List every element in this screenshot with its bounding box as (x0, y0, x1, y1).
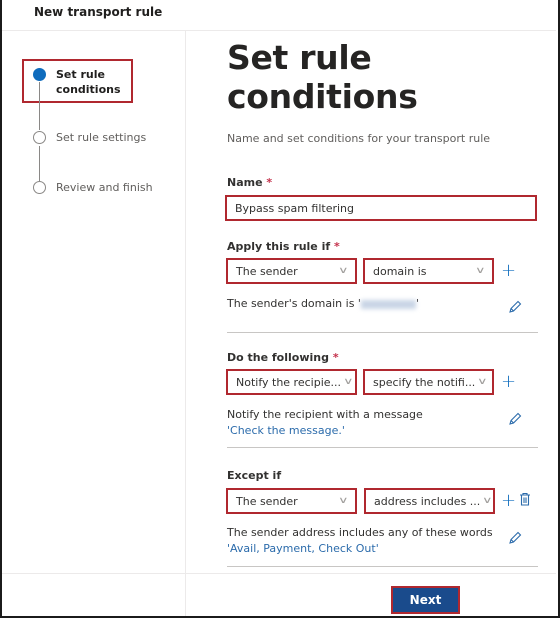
edit-pencil-icon[interactable] (507, 530, 523, 546)
step-label: conditions (56, 83, 121, 96)
chevron-down-icon: ∨ (338, 496, 349, 506)
edit-pencil-icon[interactable] (507, 299, 523, 315)
name-input[interactable] (225, 195, 537, 221)
step-label: Review and finish (56, 181, 153, 194)
page-description: Name and set conditions for your transpo… (227, 132, 491, 145)
action-value-link[interactable]: 'Check the message.' (227, 424, 345, 437)
next-button[interactable]: Next (391, 586, 460, 614)
add-exception-icon[interactable]: + (501, 492, 516, 510)
step-review-and-finish[interactable]: Review and finish (33, 180, 153, 195)
apply-if-operator-select[interactable]: domain is ∨ (363, 258, 494, 284)
chevron-down-icon: ∨ (477, 377, 488, 387)
apply-if-label: Apply this rule if * (227, 240, 340, 253)
chevron-down-icon: ∨ (482, 496, 493, 506)
do-following-label: Do the following * (227, 351, 339, 364)
action-select[interactable]: Notify the recipie... ∨ (226, 369, 357, 395)
step-label: Set rule (56, 68, 105, 81)
footer-divider (2, 573, 556, 574)
step-pending-icon (33, 131, 46, 144)
page-title: Set rule conditions (227, 38, 418, 116)
apply-if-summary: The sender's domain is ' ' (227, 297, 419, 310)
except-if-label: Except if (227, 469, 282, 482)
chevron-down-icon: ∨ (338, 266, 349, 276)
step-set-rule-conditions[interactable]: Set rule conditions (33, 67, 121, 97)
action-summary: Notify the recipient with a message 'Che… (227, 408, 423, 437)
step-set-rule-settings[interactable]: Set rule settings (33, 130, 146, 145)
edit-pencil-icon[interactable] (507, 411, 523, 427)
delete-trash-icon[interactable] (519, 492, 531, 506)
action-operator-select[interactable]: specify the notifi... ∨ (363, 369, 494, 395)
step-current-icon (33, 68, 46, 81)
add-action-icon[interactable]: + (501, 373, 516, 391)
section-divider (227, 566, 538, 567)
except-if-condition-select[interactable]: The sender ∨ (226, 488, 357, 514)
name-label: Name * (227, 176, 273, 189)
required-mark: * (332, 351, 339, 364)
sidebar-divider (185, 31, 186, 616)
panel-title: New transport rule (34, 5, 163, 19)
step-connector (39, 146, 40, 181)
apply-if-condition-select[interactable]: The sender ∨ (226, 258, 357, 284)
add-condition-icon[interactable]: + (501, 262, 516, 280)
section-divider (227, 447, 538, 448)
chevron-down-icon: ∨ (343, 377, 354, 387)
required-mark: * (334, 240, 340, 253)
step-pending-icon (33, 181, 46, 194)
panel-header: New transport rule (2, 0, 556, 31)
exception-value-link[interactable]: 'Avail, Payment, Check Out' (227, 542, 379, 555)
redacted-domain (360, 299, 416, 309)
chevron-down-icon: ∨ (475, 266, 486, 276)
except-if-operator-select[interactable]: address includes ... ∨ (364, 488, 495, 514)
required-mark: * (266, 176, 273, 189)
section-divider (227, 332, 538, 333)
exception-summary: The sender address includes any of these… (227, 526, 493, 555)
step-label: Set rule settings (56, 131, 147, 144)
